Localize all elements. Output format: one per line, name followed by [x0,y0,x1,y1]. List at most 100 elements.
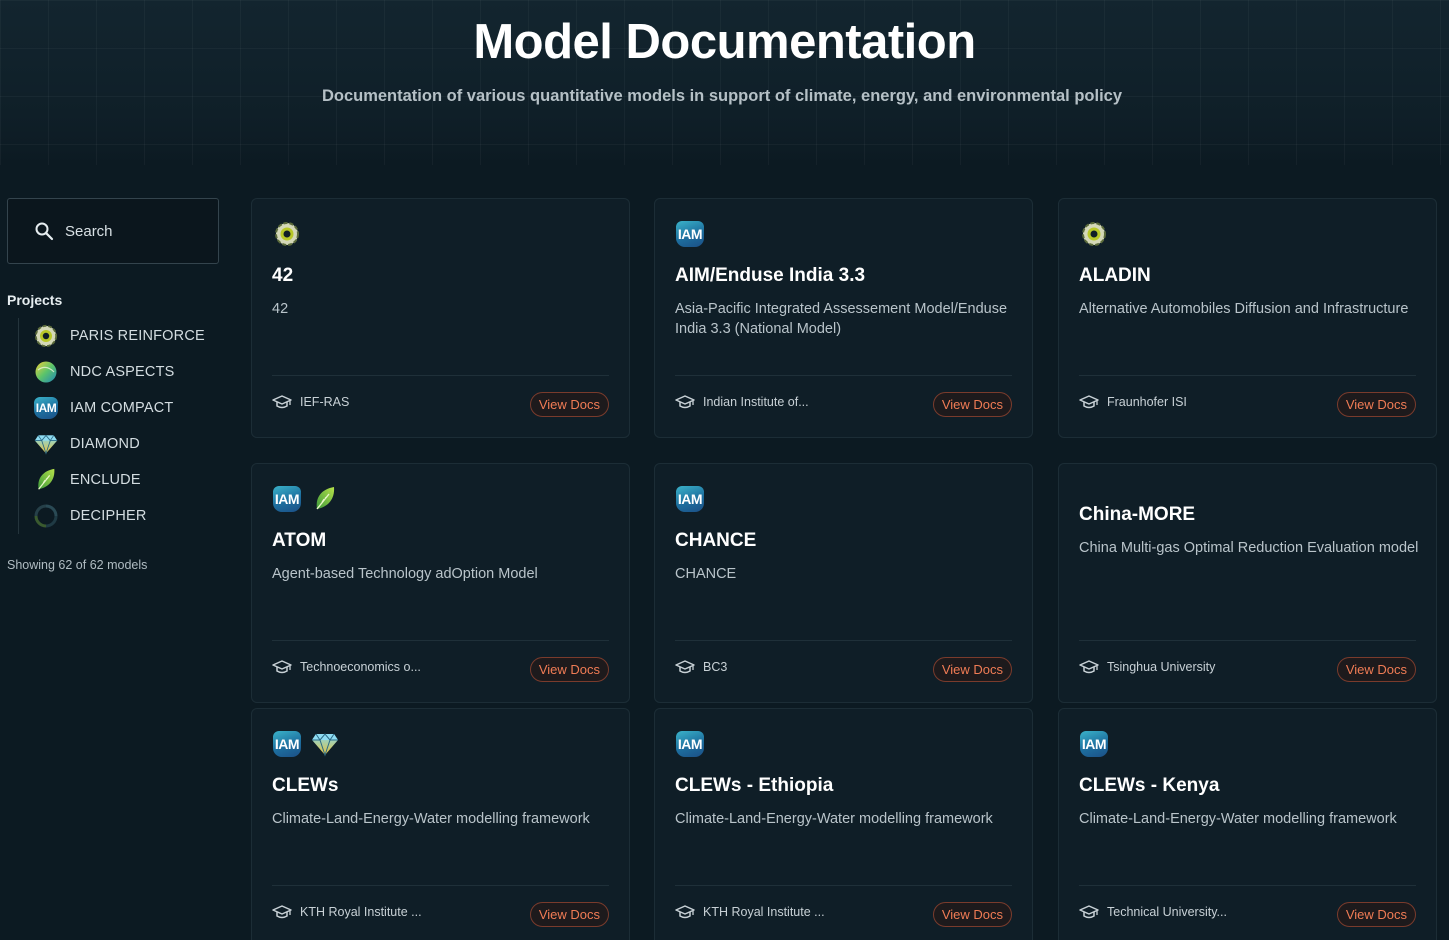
model-institution: Tsinghua University [1079,660,1215,674]
institution-name: Technoeconomics o... [300,660,421,674]
model-title: ATOM [272,530,327,551]
institution-name: KTH Royal Institute ... [300,905,422,919]
model-description: 42 [272,301,289,317]
view-docs-button[interactable]: View Docs [529,392,609,417]
model-title: CLEWs - Kenya [1079,775,1220,796]
model-card: IAM CLEWs - Ethiopia Climate-Land-Energy-W… [654,708,1033,940]
view-docs-button[interactable]: View Docs [932,392,1012,417]
model-institution: Technoeconomics o... [272,660,421,674]
view-docs-button[interactable]: View Docs [932,657,1012,682]
card-divider [675,375,1012,376]
model-institution: KTH Royal Institute ... [272,905,422,919]
ndc-aspects-icon [34,360,58,384]
iam-compact-icon: IAM [675,729,705,759]
institution-name: Tsinghua University [1107,660,1216,674]
model-description: China Multi-gas Optimal Reduction Evalua… [1079,540,1419,556]
card-divider [1079,885,1416,886]
project-badges [1079,219,1109,249]
iam-compact-icon: IAM [272,484,302,514]
project-filter-diamond[interactable]: DIAMOND [34,426,228,462]
model-institution: Fraunhofer ISI [1079,395,1187,409]
card-divider [272,885,609,886]
model-title: AIM/Enduse India 3.3 [675,265,866,286]
institution-name: BC3 [703,660,728,674]
project-filter-iam-compact[interactable]: IAM IAM COMPACT [34,390,228,426]
card-divider [272,640,609,641]
model-card: IAM AIM/Enduse India 3.3 Asia-Pacific Inte… [654,198,1033,438]
institution-name: Technical University... [1107,905,1227,919]
model-title: CLEWs - Ethiopia [675,775,834,796]
iam-compact-icon: IAM [675,484,705,514]
model-card: China-MORE China Multi-gas Optimal Reduct… [1058,463,1437,703]
model-card: IAM CLEWs Climate-Land-Energy-Water modell… [251,708,630,940]
model-institution: KTH Royal Institute ... [675,905,825,919]
project-filter-decipher[interactable]: DECIPHER [34,498,228,534]
graduation-cap-icon [272,905,292,919]
card-divider [675,640,1012,641]
model-title: 42 [272,265,294,286]
card-divider [1079,375,1416,376]
paris-reinforce-icon [34,324,58,348]
model-description: Climate-Land-Energy-Water modelling fram… [675,811,993,827]
project-badges: IAM [675,729,705,759]
model-card: IAM CLEWs - Kenya Climate-Land-Energy-Wate… [1058,708,1437,940]
project-badges [272,219,302,249]
enclude-icon [34,468,58,492]
model-title: CHANCE [675,530,757,551]
iam-compact-icon: IAM [272,729,302,759]
search-input[interactable] [65,222,205,240]
project-badges: IAM [675,219,705,249]
results-count: Showing 62 of 62 models [7,558,148,572]
card-divider [272,375,609,376]
graduation-cap-icon [675,660,695,674]
card-divider [1079,640,1416,641]
model-description: Asia-Pacific Integrated Assessement Mode… [675,301,1008,337]
model-card: IAM CHANCE CHANCE BC3 View Docs [654,463,1033,703]
project-filter-label: PARIS REINFORCE [70,328,205,344]
view-docs-button[interactable]: View Docs [529,902,609,927]
model-institution: BC3 [675,660,727,674]
graduation-cap-icon [272,660,292,674]
search-box[interactable] [7,198,219,264]
project-badges: IAM [675,484,705,514]
view-docs-button[interactable]: View Docs [529,657,609,682]
paris-reinforce-icon [1079,219,1109,249]
enclude-icon [310,484,340,514]
institution-name: Indian Institute of... [703,395,809,409]
graduation-cap-icon [675,395,695,409]
project-filter-ndc-aspects[interactable]: NDC ASPECTS [34,354,228,390]
project-filter-paris-reinforce[interactable]: PARIS REINFORCE [34,318,228,354]
model-institution: Technical University... [1079,905,1227,919]
model-card: ALADIN Alternative Automobiles Diffusion … [1058,198,1437,438]
model-institution: IEF-RAS [272,395,349,409]
project-filter-label: DECIPHER [70,508,147,524]
view-docs-button[interactable]: View Docs [932,902,1012,927]
project-filter-label: DIAMOND [70,436,140,452]
projects-heading: Projects [7,292,63,308]
page-subtitle: Documentation of various quantitative mo… [321,87,1123,105]
model-description: Climate-Land-Energy-Water modelling fram… [272,811,590,827]
model-title: ALADIN [1079,265,1151,286]
model-card: IAM ATOM Agent-based Technology adOption M… [251,463,630,703]
view-docs-button[interactable]: View Docs [1336,657,1416,682]
project-badges: IAM [272,484,340,514]
institution-name: KTH Royal Institute ... [703,905,825,919]
project-filter-label: IAM COMPACT [70,400,174,416]
graduation-cap-icon [272,395,292,409]
view-docs-button[interactable]: View Docs [1336,392,1416,417]
paris-reinforce-icon [272,219,302,249]
project-filter-enclude[interactable]: ENCLUDE [34,462,228,498]
model-description: Climate-Land-Energy-Water modelling fram… [1079,811,1397,827]
iam-compact-icon: IAM [1079,729,1109,759]
search-icon [35,222,54,241]
card-divider [675,885,1012,886]
page-title: Model Documentation [473,15,976,69]
institution-name: IEF-RAS [300,395,350,409]
graduation-cap-icon [1079,395,1099,409]
project-filter-label: ENCLUDE [70,472,141,488]
model-description: Alternative Automobiles Diffusion and In… [1079,301,1409,317]
view-docs-button[interactable]: View Docs [1336,902,1416,927]
graduation-cap-icon [675,905,695,919]
model-title: China-MORE [1079,504,1196,525]
model-institution: Indian Institute of... [675,395,809,409]
